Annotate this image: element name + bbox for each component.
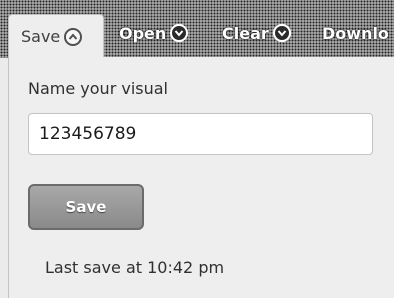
name-visual-label: Name your visual: [28, 79, 168, 98]
chevron-down-icon: [170, 24, 189, 42]
tab-open[interactable]: Open: [119, 14, 189, 52]
save-button[interactable]: Save: [28, 184, 144, 230]
tab-open-label: Open: [119, 23, 167, 43]
tab-save-label: Save: [21, 27, 61, 46]
menu-toolbar: Save Open Clear Downlo: [0, 0, 394, 58]
save-panel: Name your visual Save Last save at 10:42…: [8, 57, 394, 298]
last-save-status: Last save at 10:42 pm: [45, 258, 225, 277]
tab-download[interactable]: Downlo: [322, 14, 389, 52]
chevron-down-icon: [272, 24, 291, 42]
tab-download-label: Downlo: [322, 23, 389, 43]
tab-save[interactable]: Save: [8, 14, 104, 58]
tab-clear[interactable]: Clear: [222, 14, 291, 52]
tab-clear-label: Clear: [222, 23, 269, 43]
chevron-up-icon: [64, 27, 83, 46]
visual-name-input[interactable]: [28, 113, 373, 155]
